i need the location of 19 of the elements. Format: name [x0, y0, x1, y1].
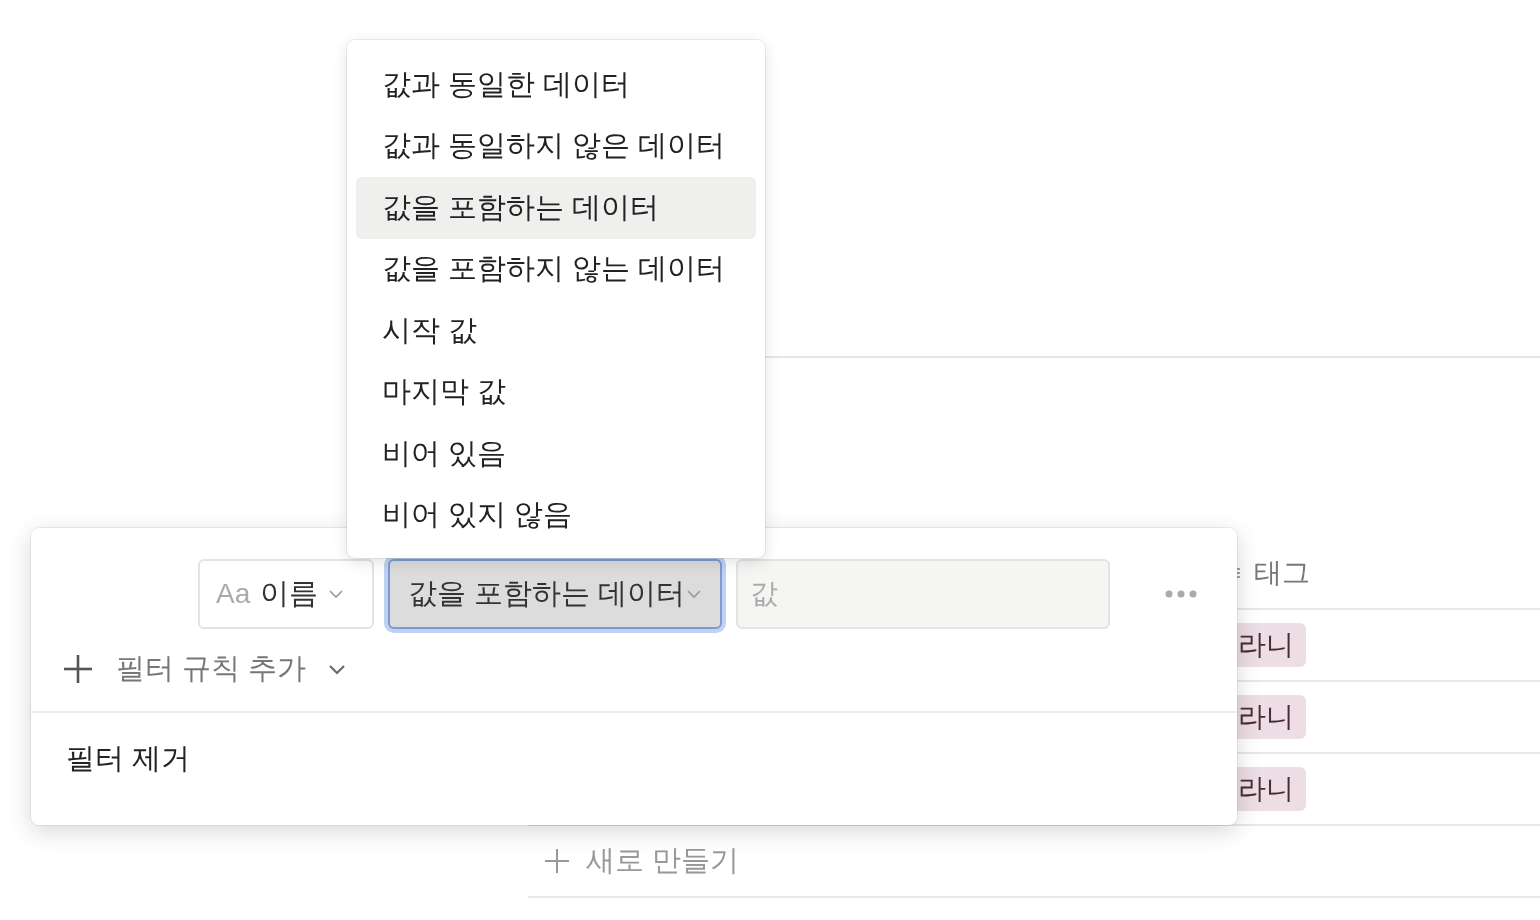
remove-filter-button[interactable]: 필터 제거 — [66, 739, 191, 779]
menu-item[interactable]: 시작 값 — [356, 300, 756, 362]
more-icon[interactable] — [1164, 589, 1198, 599]
chevron-down-icon — [686, 589, 702, 599]
menu-item[interactable]: 값과 동일하지 않은 데이터 — [356, 115, 756, 177]
chevron-down-icon — [328, 589, 345, 599]
menu-item[interactable]: 값을 포함하지 않는 데이터 — [356, 238, 756, 300]
value-field[interactable]: 값 — [736, 559, 1110, 629]
chevron-down-icon — [328, 663, 347, 675]
menu-item[interactable]: 마지막 값 — [356, 361, 756, 423]
menu-item[interactable]: 비어 있지 않음 — [356, 484, 756, 546]
add-filter-rule-button[interactable]: 필터 규칙 추가 — [62, 649, 347, 689]
column-header: 태그 — [1254, 556, 1310, 590]
menu-item[interactable]: 값과 동일한 데이터 — [356, 54, 756, 116]
plus-icon — [62, 653, 94, 685]
plus-icon — [544, 848, 570, 874]
menu-item[interactable]: 비어 있음 — [356, 423, 756, 485]
menu-item[interactable]: 값을 포함하는 데이터 — [356, 177, 756, 239]
property-dropdown[interactable]: Aa 이름 — [198, 559, 374, 629]
